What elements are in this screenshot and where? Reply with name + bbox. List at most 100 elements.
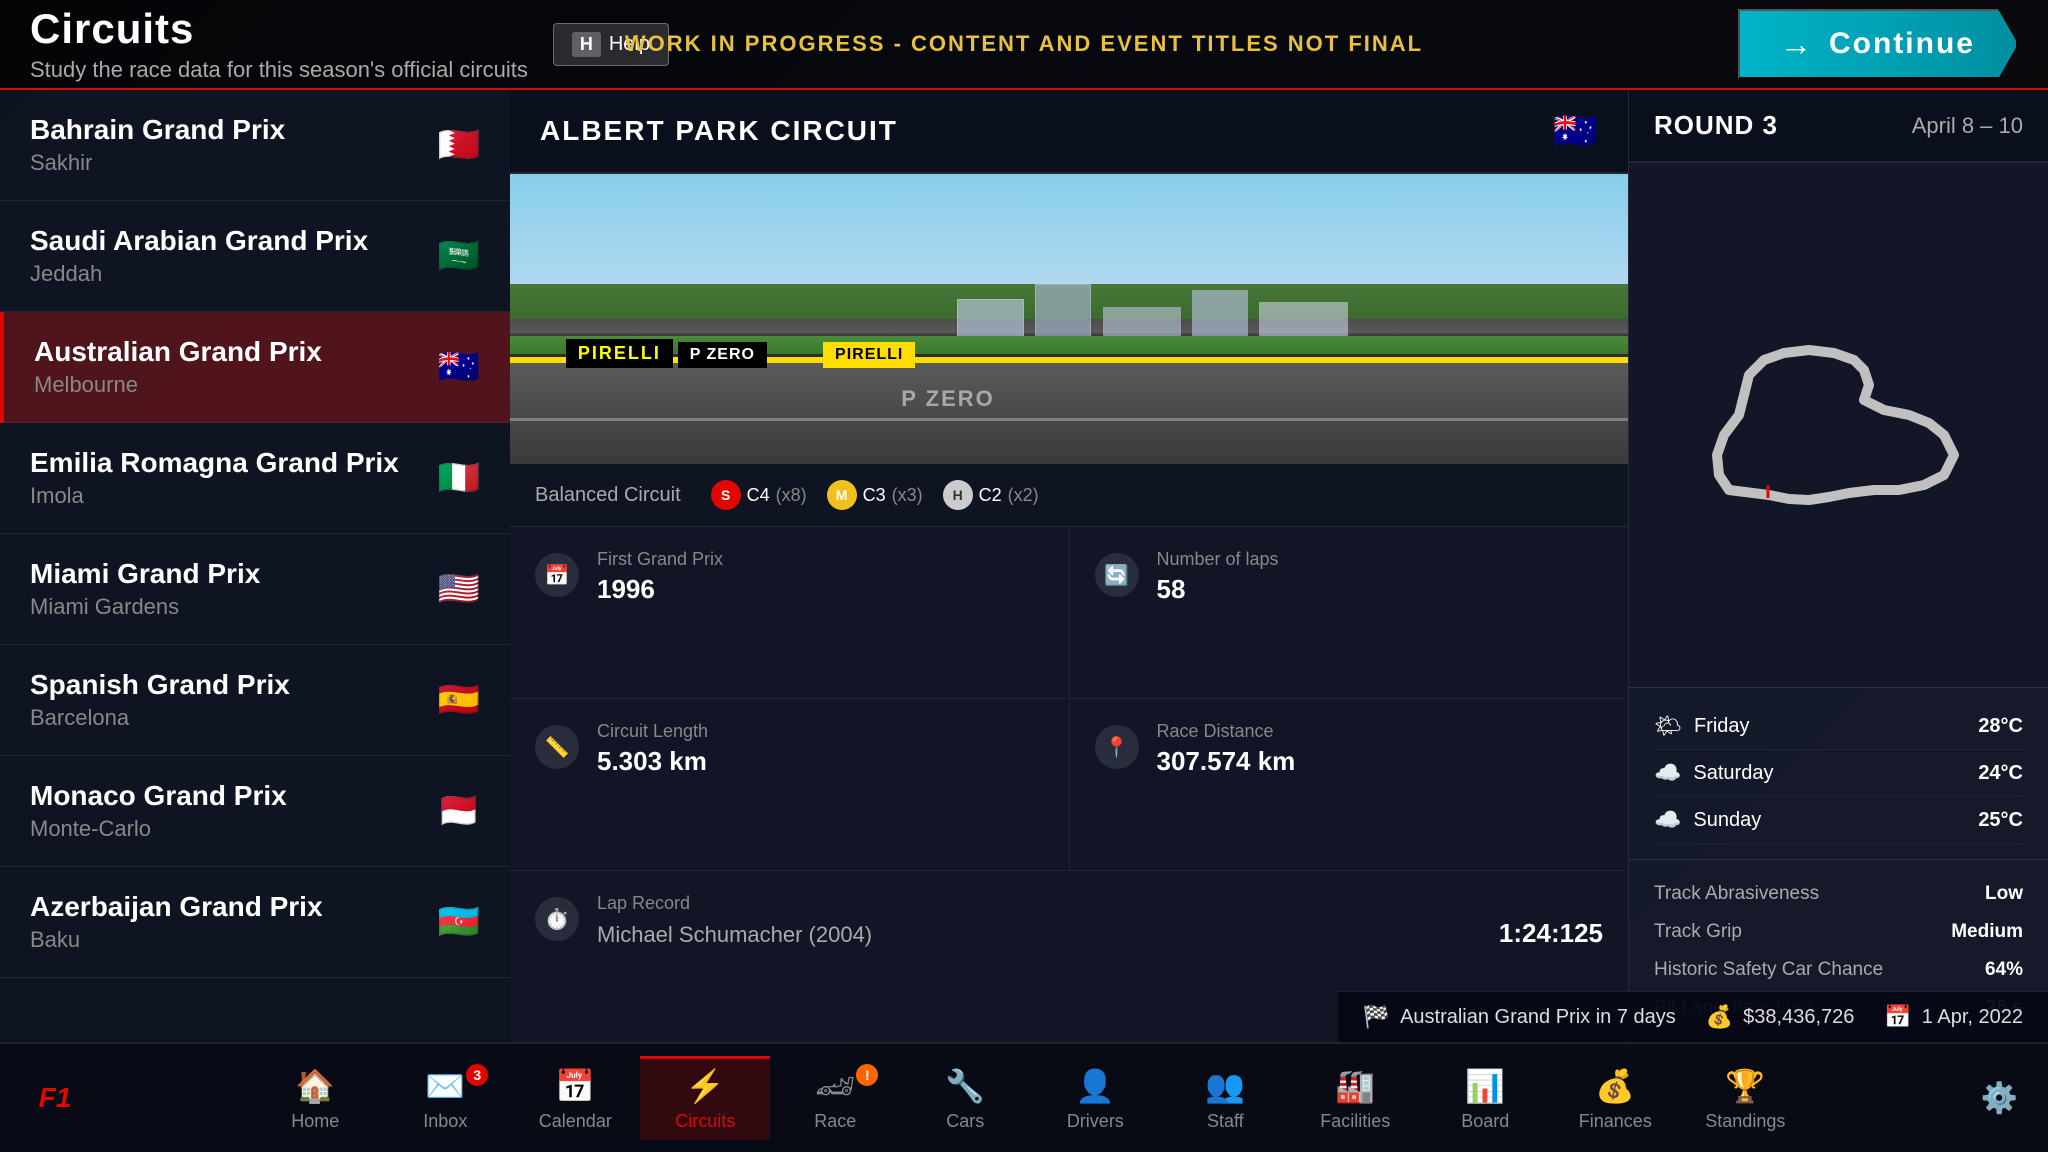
circuit-info: Saudi Arabian Grand Prix Jeddah: [30, 225, 368, 287]
circuit-info: Emilia Romagna Grand Prix Imola: [30, 447, 399, 509]
weather-sunday: ☁️ Sunday 25°C: [1654, 797, 2023, 844]
weather-day-label: Saturday: [1693, 762, 1773, 785]
weather-day-label: Friday: [1694, 715, 1750, 738]
circuit-item-bahrain[interactable]: Bahrain Grand Prix Sakhir 🇧🇭: [0, 90, 510, 201]
condition-abrasiveness: Track Abrasiveness Low: [1654, 875, 2023, 913]
track-map: [1629, 163, 2048, 687]
board-icon: 📊: [1465, 1067, 1505, 1105]
circuit-name: Emilia Romagna Grand Prix: [30, 447, 399, 479]
nav-item-race[interactable]: 🏎 Race !: [770, 1056, 900, 1140]
first-gp-value: 1996: [597, 574, 1044, 605]
circuit-flag: 🇲🇨: [430, 791, 480, 831]
status-money-value: $38,436,726: [1743, 1006, 1854, 1029]
round-date: April 8 – 10: [1912, 113, 2023, 139]
circuit-name: Miami Grand Prix: [30, 558, 260, 590]
circuit-flag: 🇸🇦: [430, 236, 480, 276]
lap-record-time: 1:24:125: [1499, 918, 1603, 949]
status-race-label: Australian Grand Prix in 7 days: [1400, 1006, 1676, 1029]
standings-icon: 🏆: [1725, 1067, 1765, 1105]
page-title: Circuits: [30, 5, 528, 53]
circuit-name: Australian Grand Prix: [34, 336, 322, 368]
help-key: H: [572, 32, 601, 57]
nav-label-cars: Cars: [946, 1111, 984, 1132]
circuit-location: Barcelona: [30, 705, 290, 731]
stat-content: Number of laps 58: [1157, 549, 1604, 605]
first-gp-label: First Grand Prix: [597, 549, 1044, 570]
right-panel: ROUND 3 April 8 – 10 🌤 Friday 28°C: [1628, 90, 2048, 1042]
circuit-item-spanish[interactable]: Spanish Grand Prix Barcelona 🇪🇸: [0, 645, 510, 756]
nav-label-circuits: Circuits: [675, 1111, 735, 1132]
nav-label-standings: Standings: [1705, 1111, 1785, 1132]
nav-item-facilities[interactable]: 🏭 Facilities: [1290, 1056, 1420, 1140]
tyre-medium: M C3 (x3): [827, 480, 923, 510]
stat-laps: 🔄 Number of laps 58: [1070, 527, 1629, 698]
condition-safety-car-value: 64%: [1985, 959, 2023, 981]
weather-saturday-temp: 24°C: [1978, 762, 2023, 785]
tyre-hard-label: C2: [979, 485, 1002, 506]
nav-label-board: Board: [1461, 1111, 1509, 1132]
facilities-icon: 🏭: [1335, 1067, 1375, 1105]
nav-item-home[interactable]: 🏠 Home: [250, 1056, 380, 1140]
circuit-flag: 🇧🇭: [430, 125, 480, 165]
circuit-location: Imola: [30, 483, 399, 509]
nav-item-staff[interactable]: 👥 Staff: [1160, 1056, 1290, 1140]
date-icon: 📅: [1884, 1004, 1911, 1030]
pirelli-zero-banner2: PIRELLI: [823, 342, 915, 368]
tyre-soft-count: (x8): [776, 485, 807, 506]
circuit-item-emilia[interactable]: Emilia Romagna Grand Prix Imola 🇮🇹: [0, 423, 510, 534]
weather-day: ☁️ Saturday: [1654, 760, 1773, 786]
stat-length: 📏 Circuit Length 5.303 km: [510, 699, 1069, 870]
circuit-info: Miami Grand Prix Miami Gardens: [30, 558, 260, 620]
condition-label: Historic Safety Car Chance: [1654, 959, 1883, 981]
continue-button[interactable]: → Continue: [1738, 9, 2018, 79]
weather-day-label: Sunday: [1693, 809, 1761, 832]
nav-label-drivers: Drivers: [1067, 1111, 1124, 1132]
sky: [510, 174, 1628, 284]
race-badge: !: [856, 1064, 878, 1086]
circuit-name: Monaco Grand Prix: [30, 780, 287, 812]
nav-item-finances[interactable]: 💰 Finances: [1550, 1056, 1680, 1140]
wip-notice: WORK IN PROGRESS - CONTENT AND EVENT TIT…: [625, 31, 1423, 57]
circuit-item-azerbaijan[interactable]: Azerbaijan Grand Prix Baku 🇦🇿: [0, 867, 510, 978]
center-panel: ALBERT PARK CIRCUIT 🇦🇺: [510, 90, 1628, 1042]
nav-item-inbox[interactable]: ✉️ Inbox 3: [380, 1056, 510, 1140]
length-label: Circuit Length: [597, 721, 1044, 742]
circuit-item-saudi[interactable]: Saudi Arabian Grand Prix Jeddah 🇸🇦: [0, 201, 510, 312]
circuits-icon: ⚡: [685, 1067, 725, 1105]
circuit-list: Bahrain Grand Prix Sakhir 🇧🇭 Saudi Arabi…: [0, 90, 510, 1042]
circuit-item-australia[interactable]: Australian Grand Prix Melbourne 🇦🇺: [0, 312, 510, 423]
distance-icon: 📍: [1095, 725, 1139, 769]
condition-safety-car: Historic Safety Car Chance 64%: [1654, 951, 2023, 989]
nav-item-circuits[interactable]: ⚡ Circuits: [640, 1056, 770, 1140]
inbox-badge: 3: [466, 1064, 488, 1086]
laps-value: 58: [1157, 574, 1604, 605]
race-icon: 🏎: [815, 1067, 856, 1105]
nav-item-board[interactable]: 📊 Board: [1420, 1056, 1550, 1140]
weather-day: ☁️ Sunday: [1654, 807, 1761, 833]
nav-label-staff: Staff: [1207, 1111, 1244, 1132]
settings-gear-icon[interactable]: ⚙️: [1971, 1071, 2028, 1126]
money-icon: 💰: [1706, 1004, 1733, 1030]
stats-grid: 📅 First Grand Prix 1996 🔄 Number of laps…: [510, 527, 1628, 1042]
status-date-value: 1 Apr, 2022: [1922, 1006, 2023, 1029]
nav-item-calendar[interactable]: 📅 Calendar: [510, 1056, 640, 1140]
weather-friday-temp: 28°C: [1978, 715, 2023, 738]
lap-record-label: Lap Record: [597, 893, 1603, 914]
f1-logo: F1: [20, 1073, 90, 1123]
nav-item-standings[interactable]: 🏆 Standings: [1680, 1056, 1810, 1140]
calendar-icon: 📅: [535, 553, 579, 597]
nav-item-drivers[interactable]: 👤 Drivers: [1030, 1056, 1160, 1140]
cloud-icon: ☁️: [1654, 760, 1681, 786]
tyre-info: Balanced Circuit S C4 (x8) M C3 (x3) H C…: [510, 464, 1628, 527]
continue-label: Continue: [1829, 27, 1975, 61]
circuit-item-monaco[interactable]: Monaco Grand Prix Monte-Carlo 🇲🇨: [0, 756, 510, 867]
status-date: 📅 1 Apr, 2022: [1884, 1004, 2023, 1030]
stat-content: Lap Record Michael Schumacher (2004) 1:2…: [597, 893, 1603, 949]
round-label: ROUND 3: [1654, 110, 1778, 141]
tyre-hard-icon: H: [943, 480, 973, 510]
drivers-icon: 👤: [1075, 1067, 1115, 1105]
nav-item-cars[interactable]: 🔧 Cars: [900, 1056, 1030, 1140]
circuit-item-miami[interactable]: Miami Grand Prix Miami Gardens 🇺🇸: [0, 534, 510, 645]
nav-label-calendar: Calendar: [539, 1111, 612, 1132]
stat-content: Circuit Length 5.303 km: [597, 721, 1044, 777]
